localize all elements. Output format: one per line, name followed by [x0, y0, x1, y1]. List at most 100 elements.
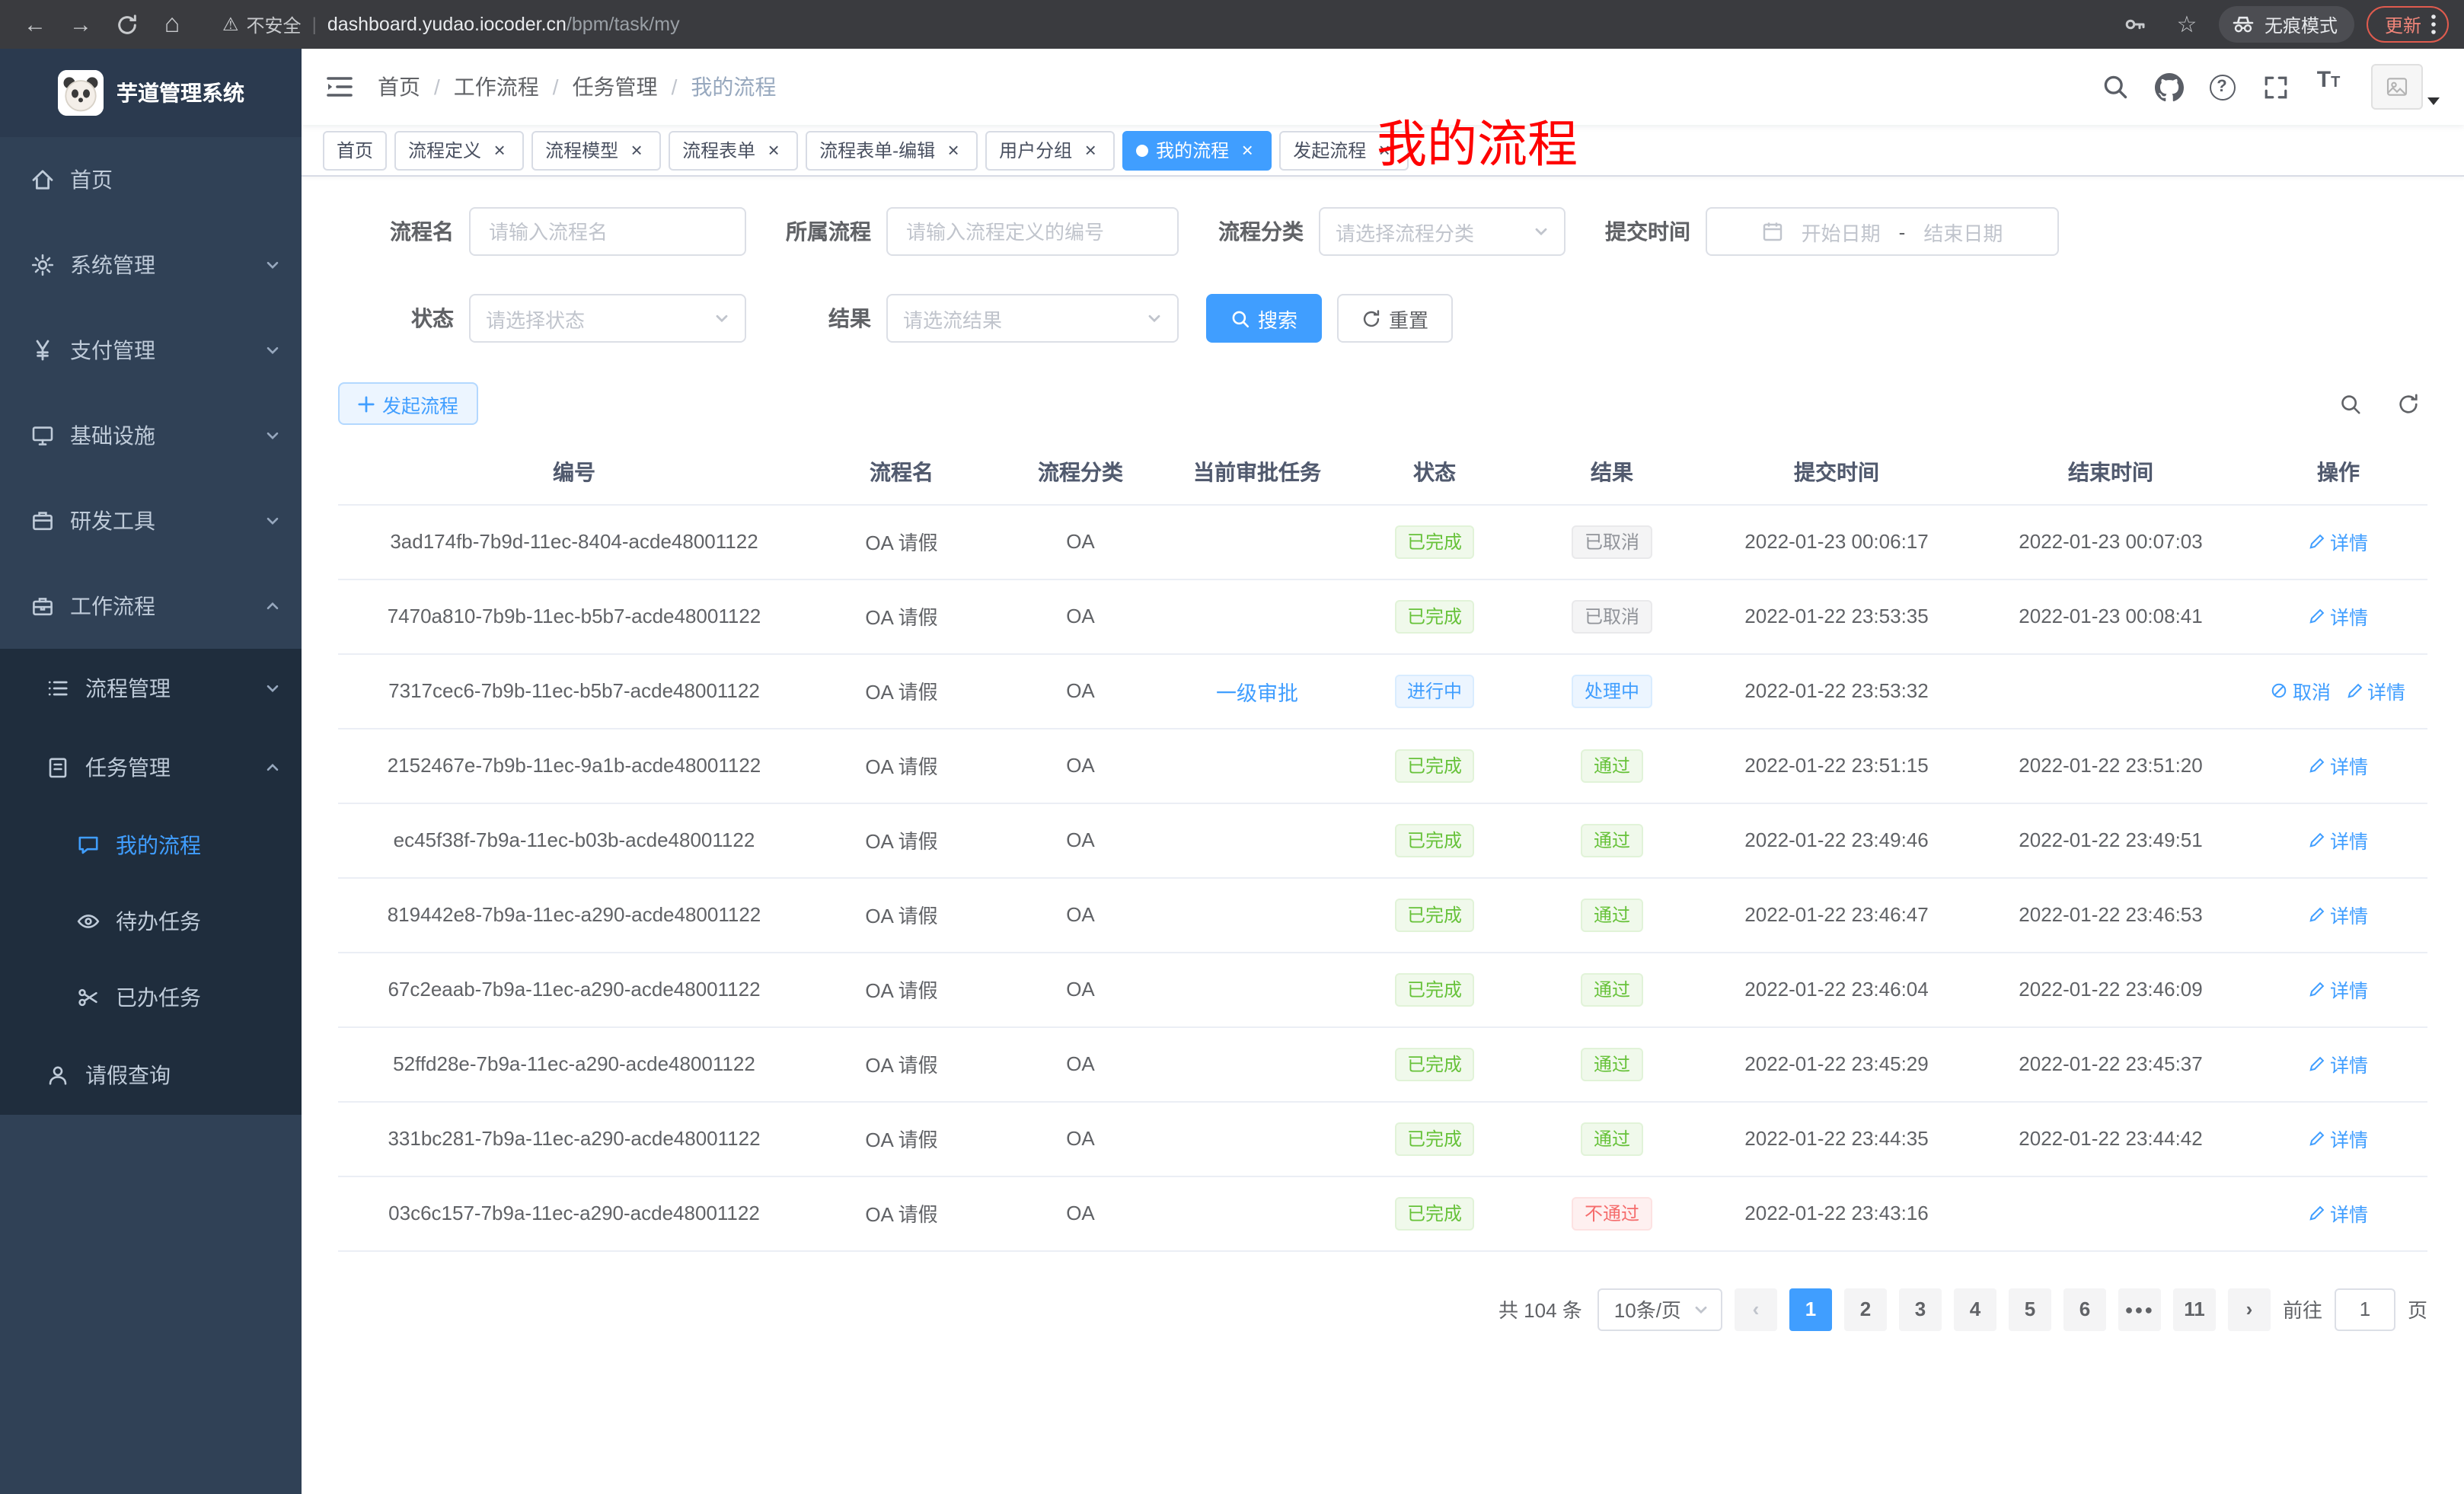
toolbar-right — [2330, 384, 2427, 423]
detail-link[interactable]: 详情 — [2309, 1124, 2368, 1153]
tab-process-model[interactable]: 流程模型× — [531, 130, 661, 170]
category-select[interactable]: 请选择流程分类 — [1319, 207, 1566, 256]
sidebar-item-task-mgmt[interactable]: 任务管理 — [0, 728, 302, 807]
home-icon[interactable]: ⌂ — [152, 5, 192, 44]
menu-kebab-icon[interactable] — [2430, 12, 2437, 37]
breadcrumb-home[interactable]: 首页 — [378, 72, 420, 102]
cancel-link[interactable]: 取消 — [2271, 676, 2331, 705]
page-number-2[interactable]: 2 — [1844, 1288, 1887, 1330]
close-icon[interactable]: × — [626, 139, 647, 161]
tab-process-definition[interactable]: 流程定义× — [394, 130, 524, 170]
page-number-3[interactable]: 3 — [1899, 1288, 1942, 1330]
sidebar-item-workflow[interactable]: 工作流程 — [0, 563, 302, 649]
close-icon[interactable]: × — [943, 139, 964, 161]
detail-link[interactable]: 详情 — [2309, 527, 2368, 556]
forward-icon[interactable]: → — [61, 5, 101, 44]
status-select[interactable]: 请选择状态 — [469, 294, 746, 343]
password-key-icon[interactable] — [2115, 5, 2155, 44]
toggle-search-icon[interactable] — [2330, 384, 2370, 423]
sidebar-item-done-tasks[interactable]: 已办任务 — [0, 959, 302, 1036]
cell-end-time — [1972, 1176, 2249, 1250]
cell-actions: 详情 — [2249, 579, 2427, 653]
address-bar[interactable]: ⚠ 不安全 | dashboard.yudao.iocoder.cn/bpm/t… — [207, 6, 2100, 43]
font-size-icon[interactable]: TT — [2309, 67, 2348, 107]
back-icon[interactable]: ← — [15, 5, 55, 44]
sidebar-item-process-mgmt[interactable]: 流程管理 — [0, 649, 302, 728]
tab-process-form[interactable]: 流程表单× — [669, 130, 798, 170]
detail-link[interactable]: 详情 — [2309, 1199, 2368, 1227]
filter-label-status: 状态 — [356, 303, 454, 334]
page-number-5[interactable]: 5 — [2009, 1288, 2051, 1330]
sidebar-item-devtools[interactable]: 研发工具 — [0, 478, 302, 563]
page-number-1[interactable]: 1 — [1789, 1288, 1832, 1330]
sidebar-item-todo-tasks[interactable]: 待办任务 — [0, 883, 302, 959]
security-warning[interactable]: ⚠ 不安全 — [222, 11, 302, 37]
url-text[interactable]: dashboard.yudao.iocoder.cn/bpm/task/my — [327, 14, 680, 35]
detail-link[interactable]: 详情 — [2346, 676, 2405, 705]
refresh-table-icon[interactable] — [2388, 384, 2427, 423]
process-name-input[interactable] — [469, 207, 746, 256]
tab-start-process[interactable]: 发起流程× — [1279, 130, 1409, 170]
tab-my-process[interactable]: 我的流程× — [1122, 130, 1272, 170]
page-number-4[interactable]: 4 — [1954, 1288, 1996, 1330]
update-chip[interactable]: 更新 — [2367, 6, 2449, 43]
tab-process-form-edit[interactable]: 流程表单-编辑× — [806, 130, 978, 170]
close-icon[interactable]: × — [1374, 139, 1395, 161]
cell-status: 已完成 — [1346, 803, 1523, 877]
reset-button[interactable]: 重置 — [1337, 294, 1453, 343]
cell-end-time: 2022-01-22 23:49:51 — [1972, 803, 2249, 877]
page-more-button[interactable]: ●●● — [2118, 1288, 2161, 1330]
cell-result: 处理中 — [1523, 653, 1701, 728]
close-icon[interactable]: × — [763, 139, 784, 161]
fullscreen-icon[interactable] — [2255, 67, 2295, 107]
close-icon[interactable]: × — [1237, 139, 1258, 161]
hamburger-icon[interactable] — [326, 75, 353, 99]
detail-link[interactable]: 详情 — [2309, 900, 2368, 929]
tab-user-group[interactable]: 用户分组× — [985, 130, 1115, 170]
status-badge: 已完成 — [1395, 1196, 1474, 1230]
detail-link[interactable]: 详情 — [2309, 751, 2368, 780]
result-select[interactable]: 请选流结果 — [886, 294, 1179, 343]
sidebar-item-system[interactable]: 系统管理 — [0, 222, 302, 308]
chevron-down-icon — [1534, 224, 1549, 239]
cell-id: 3ad174fb-7b9d-11ec-8404-acde48001122 — [338, 504, 810, 579]
breadcrumb-workflow[interactable]: 工作流程 — [454, 72, 539, 102]
page-number-last[interactable]: 11 — [2173, 1288, 2216, 1330]
page-size-select[interactable]: 10条/页 — [1597, 1288, 1722, 1330]
end-date-placeholder: 结束日期 — [1923, 217, 2003, 246]
sidebar-item-infrastructure[interactable]: 基础设施 — [0, 393, 302, 478]
search-button[interactable]: 搜索 — [1206, 294, 1322, 343]
sidebar-item-my-process[interactable]: 我的流程 — [0, 807, 302, 883]
user-avatar[interactable] — [2371, 64, 2440, 110]
help-icon[interactable]: ? — [2202, 67, 2242, 107]
breadcrumb-task-mgmt[interactable]: 任务管理 — [573, 72, 658, 102]
chevron-down-icon — [265, 513, 280, 528]
close-icon[interactable]: × — [489, 139, 510, 161]
github-icon[interactable] — [2149, 67, 2188, 107]
next-page-button[interactable]: › — [2228, 1288, 2271, 1330]
detail-link[interactable]: 详情 — [2309, 975, 2368, 1004]
app-logo[interactable]: 芋道管理系统 — [0, 49, 302, 137]
detail-link[interactable]: 详情 — [2309, 1049, 2368, 1078]
parent-process-input[interactable] — [886, 207, 1179, 256]
refresh-icon[interactable] — [107, 5, 146, 44]
close-icon[interactable]: × — [1080, 139, 1101, 161]
status-badge: 已完成 — [1395, 599, 1474, 633]
start-process-button[interactable]: 发起流程 — [338, 382, 478, 425]
cell-current-task — [1168, 877, 1346, 952]
submit-time-range[interactable]: 开始日期 - 结束日期 — [1706, 207, 2059, 256]
current-task-link[interactable]: 一级审批 — [1216, 682, 1298, 704]
bookmark-star-icon[interactable]: ☆ — [2167, 5, 2207, 44]
tab-home[interactable]: 首页 — [323, 130, 387, 170]
detail-link[interactable]: 详情 — [2309, 825, 2368, 854]
goto-page-input[interactable] — [2335, 1288, 2395, 1330]
page-number-6[interactable]: 6 — [2063, 1288, 2106, 1330]
sidebar-item-payment[interactable]: 支付管理 — [0, 308, 302, 393]
detail-link[interactable]: 详情 — [2309, 602, 2368, 630]
col-category: 流程分类 — [993, 440, 1168, 504]
sidebar-item-leave-query[interactable]: 请假查询 — [0, 1036, 302, 1115]
sidebar-item-home[interactable]: 首页 — [0, 137, 302, 222]
cell-id: 03c6c157-7b9a-11ec-a290-acde48001122 — [338, 1176, 810, 1250]
prev-page-button[interactable]: ‹ — [1735, 1288, 1777, 1330]
search-icon[interactable] — [2095, 67, 2135, 107]
